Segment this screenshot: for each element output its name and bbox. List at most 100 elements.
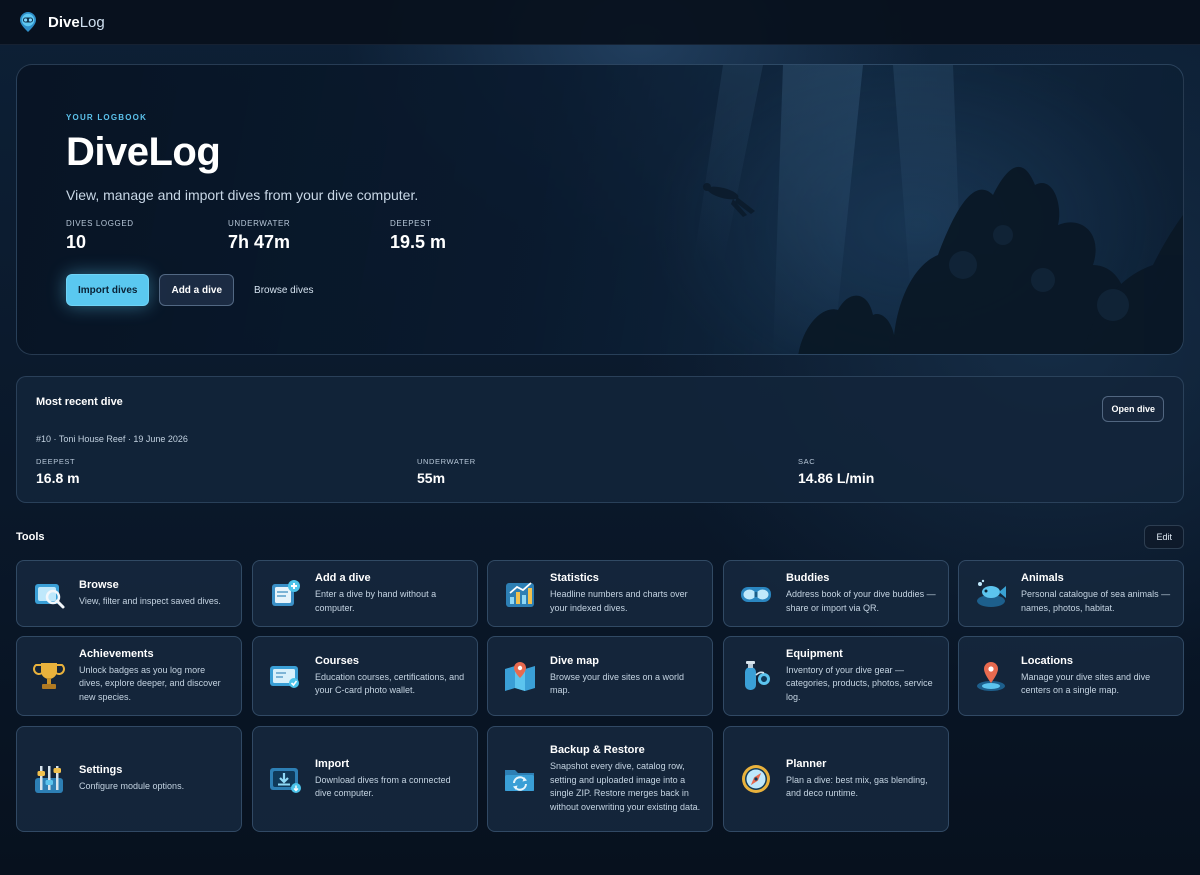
tool-description: Download dives from a connected dive com…	[315, 774, 451, 799]
tool-text: Statistics Headline numbers and charts o…	[550, 572, 702, 615]
tool-achievements[interactable]: Achievements Unlock badges as you log mo…	[16, 636, 242, 716]
tool-title: Planner	[786, 757, 827, 770]
tool-title: Locations	[1021, 654, 1073, 667]
compass-icon	[742, 765, 770, 793]
tool-browse[interactable]: Browse View, filter and inspect saved di…	[16, 560, 242, 627]
tool-text: Planner Plan a dive: best mix, gas blend…	[786, 758, 938, 801]
clipboard-add-icon	[272, 579, 300, 606]
underwater-scene-image	[693, 65, 1183, 354]
browse-dives-link[interactable]: Browse dives	[244, 274, 323, 306]
trophy-icon	[33, 663, 65, 689]
tool-planner[interactable]: Planner Plan a dive: best mix, gas blend…	[723, 726, 949, 832]
brand-link[interactable]: DiveLog	[18, 11, 105, 33]
folder-sync-icon	[505, 770, 534, 791]
fish-icon	[977, 579, 1006, 607]
stat-underwater: UNDERWATER 7h 47m	[228, 219, 390, 253]
tool-dive-map[interactable]: Dive map Browse your dive sites on a wor…	[487, 636, 713, 716]
stat-label: SAC	[798, 457, 816, 466]
tool-title: Animals	[1021, 572, 1064, 584]
tool-description: Inventory of your dive gear — categories…	[786, 664, 933, 702]
tool-description: Address book of your dive buddies — shar…	[786, 589, 936, 613]
open-dive-button[interactable]: Open dive	[1102, 396, 1164, 422]
stat-label: DEEPEST	[36, 457, 76, 466]
hero-subtitle: View, manage and import dives from your …	[66, 187, 419, 203]
page-title: DiveLog	[66, 130, 221, 174]
tool-description: Headline numbers and charts over your in…	[550, 589, 688, 613]
tool-text: Browse View, filter and inspect saved di…	[79, 579, 231, 609]
tool-import[interactable]: Import Download dives from a connected d…	[252, 726, 478, 832]
certificate-card-icon	[270, 666, 299, 688]
tool-text: Import Download dives from a connected d…	[315, 758, 467, 801]
tool-title: Courses	[315, 654, 360, 667]
tool-text: Add a dive Enter a dive by hand without …	[315, 572, 467, 615]
recent-dive-card: Most recent dive Open dive #10 · Toni Ho…	[16, 376, 1184, 503]
add-dive-button[interactable]: Add a dive	[159, 274, 235, 306]
import-dives-button[interactable]: Import dives	[66, 274, 150, 306]
tool-statistics[interactable]: Statistics Headline numbers and charts o…	[487, 560, 713, 627]
download-icon	[270, 768, 301, 793]
recent-stat-deepest: DEEPEST 16.8 m	[36, 457, 417, 486]
hero-stats: DIVES LOGGED 10 UNDERWATER 7h 47m DEEPES…	[66, 219, 552, 253]
tool-description: Plan a dive: best mix, gas blending, and…	[786, 774, 928, 799]
map-pin-icon	[505, 662, 535, 691]
tool-text: Settings Configure module options.	[79, 764, 231, 794]
stat-label: UNDERWATER	[228, 219, 291, 228]
bar-chart-icon	[506, 581, 534, 607]
tool-settings[interactable]: Settings Configure module options.	[16, 726, 242, 832]
brand-name-bold: Dive	[48, 13, 80, 31]
tool-text: Locations Manage your dive sites and div…	[1021, 655, 1173, 698]
stat-dives-logged: DIVES LOGGED 10	[66, 219, 228, 253]
recent-dive-meta: #10 · Toni House Reef · 19 June 2026	[36, 434, 188, 444]
tool-description: View, filter and inspect saved dives.	[79, 595, 221, 606]
hero-eyebrow: YOUR LOGBOOK	[66, 113, 148, 122]
tool-text: Equipment Inventory of your dive gear — …	[786, 648, 938, 705]
tool-title: Achievements	[79, 647, 154, 660]
recent-stat-underwater: UNDERWATER 55m	[417, 457, 798, 486]
recent-dive-stats: DEEPEST 16.8 m UNDERWATER 55m SAC 14.86 …	[36, 457, 1179, 486]
stat-value: 19.5 m	[390, 232, 447, 252]
tool-animals[interactable]: Animals Personal catalogue of sea animal…	[958, 560, 1184, 627]
stat-value: 7h 47m	[228, 232, 291, 252]
recent-dive-title: Most recent dive	[36, 396, 123, 408]
stat-label: UNDERWATER	[417, 457, 476, 466]
tool-backup-restore[interactable]: Backup & Restore Snapshot every dive, ca…	[487, 726, 713, 832]
tool-title: Browse	[79, 578, 119, 591]
scuba-mask-icon	[20, 12, 36, 32]
tool-description: Browse your dive sites on a world map.	[550, 671, 685, 696]
stat-label: DEEPEST	[390, 219, 432, 228]
sliders-icon	[35, 766, 63, 793]
stat-value: 16.8 m	[36, 470, 80, 486]
tool-text: Courses Education courses, certification…	[315, 655, 467, 698]
tool-description: Snapshot every dive, catalog row, settin…	[550, 761, 701, 812]
tool-description: Education courses, certifications, and y…	[315, 671, 465, 696]
tool-title: Backup & Restore	[550, 744, 645, 756]
tool-title: Buddies	[786, 572, 830, 584]
tool-text: Backup & Restore Snapshot every dive, ca…	[550, 744, 702, 814]
brand-name-light: Log	[79, 13, 105, 31]
tool-equipment[interactable]: Equipment Inventory of your dive gear — …	[723, 636, 949, 716]
tool-courses[interactable]: Courses Education courses, certification…	[252, 636, 478, 716]
tool-buddies[interactable]: Buddies Address book of your dive buddie…	[723, 560, 949, 627]
tool-description: Unlock badges as you log more dives, exp…	[79, 664, 221, 702]
tool-description: Enter a dive by hand without a computer.	[315, 589, 437, 613]
tool-text: Animals Personal catalogue of sea animal…	[1021, 572, 1173, 615]
tool-description: Personal catalogue of sea animals — name…	[1021, 589, 1171, 613]
hero-panel: YOUR LOGBOOK DiveLog View, manage and im…	[16, 64, 1184, 355]
edit-tools-button[interactable]: Edit	[1144, 525, 1184, 549]
tool-title: Settings	[79, 764, 123, 777]
tool-title: Import	[315, 757, 350, 770]
tool-title: Equipment	[786, 647, 843, 660]
recent-stat-sac: SAC 14.86 L/min	[798, 457, 1179, 486]
tool-add-dive[interactable]: Add a dive Enter a dive by hand without …	[252, 560, 478, 627]
dive-mask-icon	[741, 586, 771, 602]
tool-title: Add a dive	[315, 572, 371, 584]
stat-value: 10	[66, 232, 87, 252]
tool-text: Achievements Unlock badges as you log mo…	[79, 648, 231, 705]
stat-deepest: DEEPEST 19.5 m	[390, 219, 552, 253]
tool-title: Dive map	[550, 654, 599, 667]
tool-description: Configure module options.	[79, 781, 185, 792]
tool-locations[interactable]: Locations Manage your dive sites and div…	[958, 636, 1184, 716]
stat-value: 14.86 L/min	[798, 470, 875, 486]
tool-title: Statistics	[550, 572, 599, 584]
tool-text: Dive map Browse your dive sites on a wor…	[550, 655, 702, 698]
